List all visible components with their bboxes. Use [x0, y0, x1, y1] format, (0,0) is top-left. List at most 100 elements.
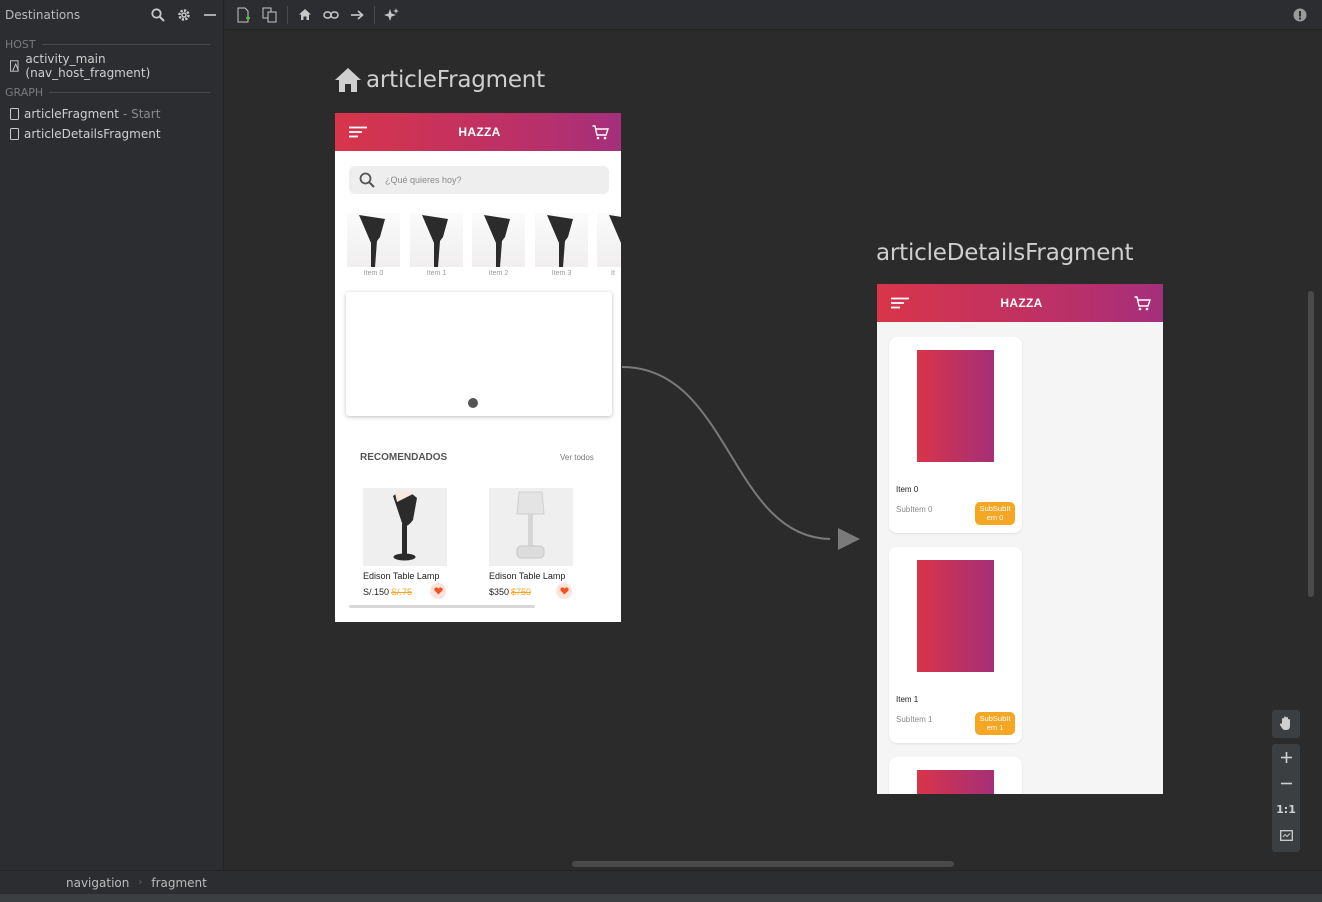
breadcrumb: navigation › fragment: [0, 870, 1322, 894]
chevron-right-icon: ›: [138, 877, 143, 888]
home-icon[interactable]: [292, 2, 318, 28]
destinations-panel: Destinations HOST activity_main (nav_hos…: [0, 0, 224, 870]
graph-section-label: GRAPH: [0, 80, 223, 104]
details-list: Item 0 SubItem 0 SubSubIt em 0 Item 1 Su…: [877, 322, 1163, 794]
deep-link-icon[interactable]: [318, 2, 344, 28]
item-subtitle: SubItem 1: [896, 715, 933, 724]
breadcrumb-fragment[interactable]: fragment: [151, 876, 207, 890]
cart-icon: [1134, 295, 1151, 310]
graph-item-label: articleDetailsFragment: [24, 127, 161, 141]
article-details-fragment-preview[interactable]: HAZZA Item 0 SubItem 0 SubSubIt em 0 Ite…: [877, 284, 1163, 794]
host-item[interactable]: activity_main (nav_host_fragment): [0, 52, 223, 80]
lamp-icon: [422, 215, 448, 267]
vertical-scrollbar[interactable]: [1308, 291, 1314, 597]
item-badge: SubSubIt em 1: [975, 712, 1015, 735]
old-price: S/.75: [391, 587, 413, 597]
list-item: [889, 757, 1022, 794]
category-thumb: [347, 213, 400, 267]
destinations-header: Destinations: [0, 0, 223, 30]
item-image: [917, 560, 994, 672]
product-image: [363, 488, 447, 566]
category-thumb: [535, 213, 588, 267]
item-title: Item 0: [896, 485, 919, 494]
item-badge: SubSubIt em 0: [975, 502, 1015, 525]
category-thumb: [472, 213, 525, 267]
article-details-fragment-label: articleDetailsFragment: [876, 240, 1134, 266]
recommended-title: RECOMENDADOS: [360, 452, 448, 463]
search-placeholder: ¿Qué quieres hoy?: [385, 175, 462, 185]
item-image: [917, 350, 994, 462]
product-name: Edison Table Lamp: [363, 571, 440, 581]
banner-carousel: [346, 292, 612, 416]
minimize-icon[interactable]: [197, 0, 223, 30]
product-image: [489, 488, 573, 566]
search-icon[interactable]: [145, 0, 171, 30]
host-item-label: activity_main (nav_host_fragment): [25, 52, 151, 80]
auto-arrange-icon[interactable]: [379, 2, 405, 28]
list-item: Item 1 SubItem 1 SubSubIt em 1: [889, 547, 1022, 743]
item-image: [917, 770, 994, 794]
zoom-controls: 1:1: [1272, 744, 1300, 852]
app-brand: HAZZA: [458, 125, 501, 139]
lamp-icon: [359, 215, 385, 267]
phone-icon: [10, 108, 19, 120]
app-bar: HAZZA: [335, 113, 621, 151]
menu-icon: [349, 126, 367, 138]
category-thumb: [410, 213, 463, 267]
price-value: $350: [489, 587, 510, 597]
product-name: Edison Table Lamp: [489, 571, 566, 581]
thumb-label: Item 1: [426, 270, 447, 277]
thumb-label: Item 0: [363, 270, 384, 277]
item-subtitle: SubItem 0: [896, 505, 933, 514]
price-value: S/.150: [363, 587, 390, 597]
article-fragment-preview[interactable]: HAZZA ¿Qué quieres hoy? Item 0 Item 1 It…: [335, 113, 621, 622]
breadcrumb-navigation[interactable]: navigation: [66, 876, 129, 890]
zoom-to-fit-icon[interactable]: [1272, 822, 1300, 848]
gear-icon[interactable]: [171, 0, 197, 30]
app-brand: HAZZA: [1000, 296, 1043, 310]
navigation-action-arrow[interactable]: [620, 361, 865, 561]
zoom-actual-size-button[interactable]: 1:1: [1272, 796, 1300, 822]
destinations-title: Destinations: [5, 8, 81, 22]
pan-tool[interactable]: [1272, 710, 1300, 738]
editor-toolbar: [225, 0, 1322, 30]
start-destination-home-icon: [335, 68, 361, 92]
thumb-label: Item 2: [488, 270, 509, 277]
favorite-heart-icon: [430, 583, 446, 599]
list-item: Item 0 SubItem 0 SubSubIt em 0: [889, 337, 1022, 533]
zoom-in-icon[interactable]: [1272, 744, 1300, 770]
item-title: Item 1: [896, 695, 919, 704]
article-fragment-title[interactable]: articleFragment: [334, 67, 545, 93]
layout-icon: [10, 60, 19, 72]
start-suffix: - Start: [122, 107, 161, 121]
old-price: $750: [511, 587, 532, 597]
status-bar: [0, 894, 1322, 902]
menu-icon: [891, 297, 909, 309]
article-fragment-label: articleFragment: [366, 67, 546, 93]
new-destination-icon[interactable]: [231, 2, 257, 28]
warning-icon[interactable]: [1287, 2, 1313, 28]
phone-icon: [10, 128, 19, 140]
arrow-right-icon[interactable]: [344, 2, 370, 28]
lamp-icon: [547, 215, 573, 267]
graph-item-articlefragment[interactable]: articleFragment - Start: [0, 104, 223, 124]
product-price: $350 $750: [489, 587, 531, 597]
navigation-canvas[interactable]: articleFragment HAZZA ¿Qué quieres hoy? …: [225, 31, 1322, 870]
nested-graph-icon[interactable]: [257, 2, 283, 28]
app-bar: HAZZA: [877, 284, 1163, 322]
horizontal-scrollbar[interactable]: [572, 861, 954, 867]
toolbar-divider: [287, 5, 288, 24]
toolbar-divider: [374, 5, 375, 24]
product-price: S/.150 S/.75: [363, 587, 412, 597]
hand-icon[interactable]: [1272, 710, 1300, 736]
graph-item-label: articleFragment: [24, 107, 119, 121]
thumb-label: It: [611, 270, 615, 277]
article-details-fragment-title[interactable]: articleDetailsFragment: [876, 240, 1134, 266]
lamp-white-icon: [516, 491, 545, 559]
search-icon: [359, 172, 375, 188]
horizontal-scroll-indicator: [349, 605, 535, 608]
graph-item-articledetailsfragment[interactable]: articleDetailsFragment: [0, 124, 223, 144]
zoom-out-icon[interactable]: [1272, 770, 1300, 796]
lamp-icon: [484, 215, 510, 267]
cart-icon: [592, 124, 609, 139]
